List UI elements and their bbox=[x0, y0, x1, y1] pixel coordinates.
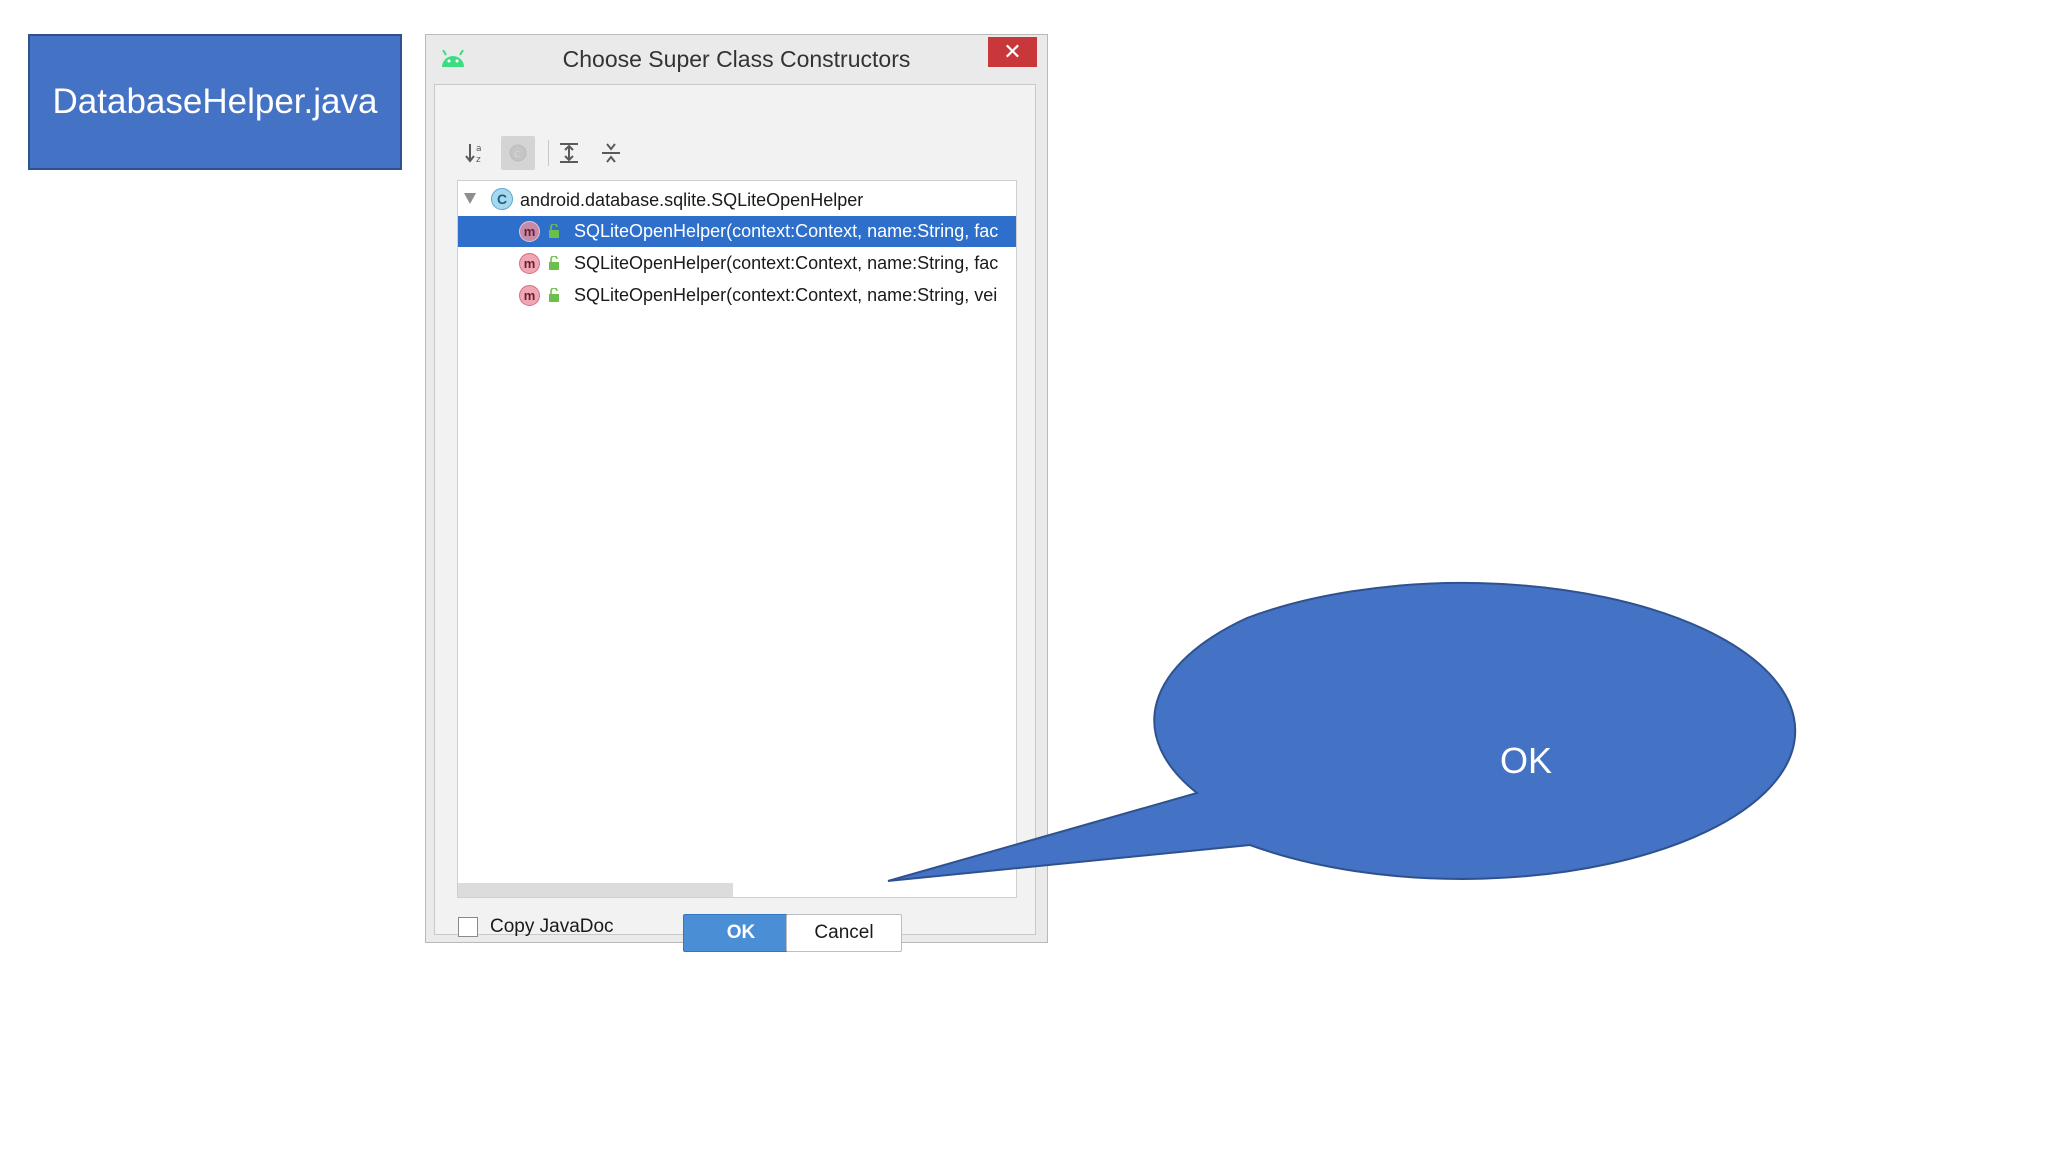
callout-text: OK bbox=[1499, 740, 1552, 781]
callout-bubble bbox=[887, 581, 1797, 882]
